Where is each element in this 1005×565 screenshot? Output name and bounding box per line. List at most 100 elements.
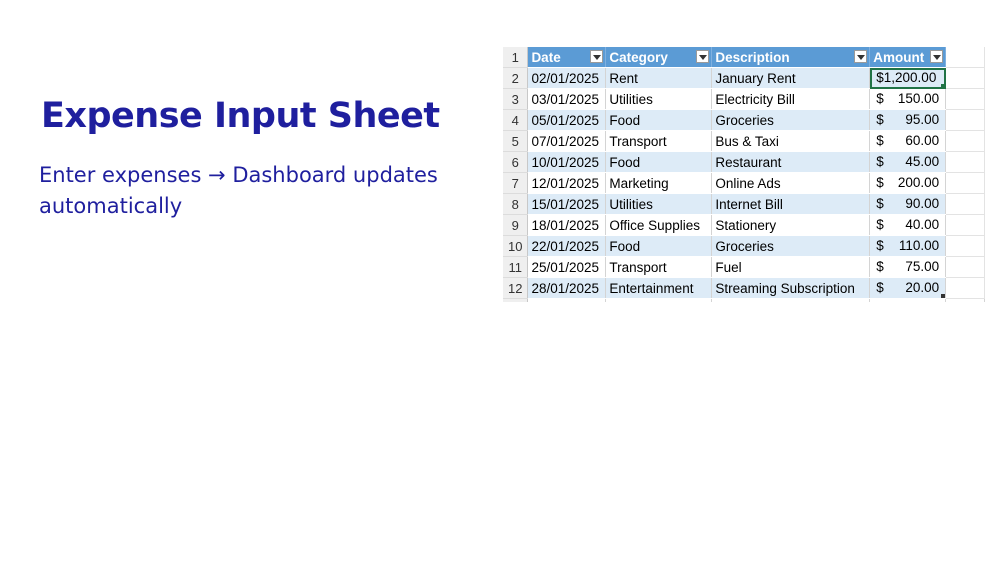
currency-symbol: $ bbox=[876, 280, 884, 295]
dropdown-filter-icon[interactable] bbox=[930, 50, 944, 63]
empty-cell[interactable] bbox=[711, 298, 871, 302]
empty-cell[interactable] bbox=[605, 298, 713, 302]
dropdown-filter-icon[interactable] bbox=[590, 50, 604, 63]
dropdown-filter-icon[interactable] bbox=[696, 50, 710, 63]
cell-description[interactable]: Restaurant bbox=[711, 151, 871, 173]
empty-cell[interactable] bbox=[945, 88, 985, 110]
selected-cell-amount[interactable]: $1,200.00 bbox=[869, 67, 947, 89]
table-row: 11 25/01/2025 Transport Fuel $75.00 bbox=[503, 256, 985, 278]
row-number[interactable]: 5 bbox=[503, 130, 529, 152]
table-row: 12 28/01/2025 Entertainment Streaming Subsc… bbox=[503, 277, 985, 299]
cell-amount[interactable]: $150.00 bbox=[869, 88, 947, 110]
row-number[interactable]: 3 bbox=[503, 88, 529, 110]
cell-date[interactable]: 28/01/2025 bbox=[527, 277, 607, 299]
empty-cell[interactable] bbox=[945, 47, 985, 68]
column-header-description[interactable]: Description bbox=[711, 47, 871, 68]
row-number[interactable]: 13 bbox=[503, 298, 529, 302]
cell-description[interactable]: Electricity Bill bbox=[711, 88, 871, 110]
empty-cell[interactable] bbox=[527, 298, 607, 302]
row-number[interactable]: 6 bbox=[503, 151, 529, 173]
row-number[interactable]: 7 bbox=[503, 172, 529, 194]
row-number[interactable]: 11 bbox=[503, 256, 529, 278]
cell-amount[interactable]: $75.00 bbox=[869, 256, 947, 278]
cell-description[interactable]: Bus & Taxi bbox=[711, 130, 871, 152]
cell-date[interactable]: 05/01/2025 bbox=[527, 109, 607, 131]
cell-description[interactable]: January Rent bbox=[711, 67, 871, 89]
amount-value: 40.00 bbox=[905, 217, 940, 232]
column-header-label: Category bbox=[609, 49, 668, 65]
cell-category[interactable]: Entertainment bbox=[605, 277, 713, 299]
cell-date[interactable]: 15/01/2025 bbox=[527, 193, 607, 215]
empty-cell[interactable] bbox=[945, 256, 985, 278]
currency-symbol: $ bbox=[876, 196, 884, 211]
currency-symbol: $ bbox=[876, 238, 884, 253]
cell-category[interactable]: Marketing bbox=[605, 172, 713, 194]
empty-cell[interactable] bbox=[945, 277, 985, 299]
cell-description[interactable]: Groceries bbox=[711, 235, 871, 257]
row-number[interactable]: 9 bbox=[503, 214, 529, 236]
cell-category[interactable]: Food bbox=[605, 109, 713, 131]
empty-cell[interactable] bbox=[945, 193, 985, 215]
cell-description[interactable]: Stationery bbox=[711, 214, 871, 236]
cell-date[interactable]: 07/01/2025 bbox=[527, 130, 607, 152]
currency-symbol: $ bbox=[876, 217, 884, 232]
cell-category[interactable]: Office Supplies bbox=[605, 214, 713, 236]
cell-amount[interactable]: $90.00 bbox=[869, 193, 947, 215]
cell-category[interactable]: Utilities bbox=[605, 88, 713, 110]
amount-value: $1,200.00 bbox=[876, 70, 937, 85]
amount-value: 60.00 bbox=[905, 133, 940, 148]
column-header-date[interactable]: Date bbox=[527, 47, 607, 68]
cell-amount[interactable]: $110.00 bbox=[869, 235, 947, 257]
dropdown-filter-icon[interactable] bbox=[854, 50, 868, 63]
cell-category[interactable]: Food bbox=[605, 151, 713, 173]
cell-category[interactable]: Transport bbox=[605, 256, 713, 278]
cell-description[interactable]: Online Ads bbox=[711, 172, 871, 194]
cell-amount[interactable]: $40.00 bbox=[869, 214, 947, 236]
cell-date[interactable]: 03/01/2025 bbox=[527, 88, 607, 110]
cell-description[interactable]: Groceries bbox=[711, 109, 871, 131]
empty-cell[interactable] bbox=[945, 214, 985, 236]
empty-cell[interactable] bbox=[869, 298, 947, 302]
row-number[interactable]: 4 bbox=[503, 109, 529, 131]
currency-symbol: $ bbox=[876, 112, 884, 127]
amount-value: 150.00 bbox=[897, 91, 940, 106]
cell-amount[interactable]: $45.00 bbox=[869, 151, 947, 173]
cell-date[interactable]: 22/01/2025 bbox=[527, 235, 607, 257]
empty-cell[interactable] bbox=[945, 151, 985, 173]
cell-date[interactable]: 18/01/2025 bbox=[527, 214, 607, 236]
cell-description[interactable]: Fuel bbox=[711, 256, 871, 278]
amount-value: 75.00 bbox=[905, 259, 940, 274]
cell-amount[interactable]: $200.00 bbox=[869, 172, 947, 194]
column-header-label: Description bbox=[715, 49, 790, 65]
cell-description[interactable]: Internet Bill bbox=[711, 193, 871, 215]
column-header-amount[interactable]: Amount bbox=[869, 47, 947, 68]
cell-description[interactable]: Streaming Subscription bbox=[711, 277, 871, 299]
amount-value: 200.00 bbox=[897, 175, 940, 190]
cell-amount[interactable]: $20.00 bbox=[869, 277, 947, 299]
cell-category[interactable]: Utilities bbox=[605, 193, 713, 215]
cell-date[interactable]: 10/01/2025 bbox=[527, 151, 607, 173]
cell-date[interactable]: 25/01/2025 bbox=[527, 256, 607, 278]
cell-category[interactable]: Rent bbox=[605, 67, 713, 89]
empty-cell[interactable] bbox=[945, 235, 985, 257]
row-number[interactable]: 2 bbox=[503, 67, 529, 89]
cell-date[interactable]: 12/01/2025 bbox=[527, 172, 607, 194]
empty-cell[interactable] bbox=[945, 109, 985, 131]
table-resize-handle[interactable] bbox=[941, 294, 945, 298]
empty-cell[interactable] bbox=[945, 298, 985, 302]
row-number[interactable]: 8 bbox=[503, 193, 529, 215]
table-row: 9 18/01/2025 Office Supplies Stationery $40.… bbox=[503, 214, 985, 236]
empty-cell[interactable] bbox=[945, 130, 985, 152]
empty-cell[interactable] bbox=[945, 172, 985, 194]
row-number[interactable]: 10 bbox=[503, 235, 529, 257]
cell-category[interactable]: Food bbox=[605, 235, 713, 257]
cell-date[interactable]: 02/01/2025 bbox=[527, 67, 607, 89]
column-header-category[interactable]: Category bbox=[605, 47, 713, 68]
cell-amount[interactable]: $95.00 bbox=[869, 109, 947, 131]
empty-cell[interactable] bbox=[945, 67, 985, 89]
row-number[interactable]: 12 bbox=[503, 277, 529, 299]
row-number[interactable]: 1 bbox=[503, 47, 529, 68]
cell-amount[interactable]: $60.00 bbox=[869, 130, 947, 152]
cell-category[interactable]: Transport bbox=[605, 130, 713, 152]
page-title: Expense Input Sheet bbox=[41, 96, 440, 136]
